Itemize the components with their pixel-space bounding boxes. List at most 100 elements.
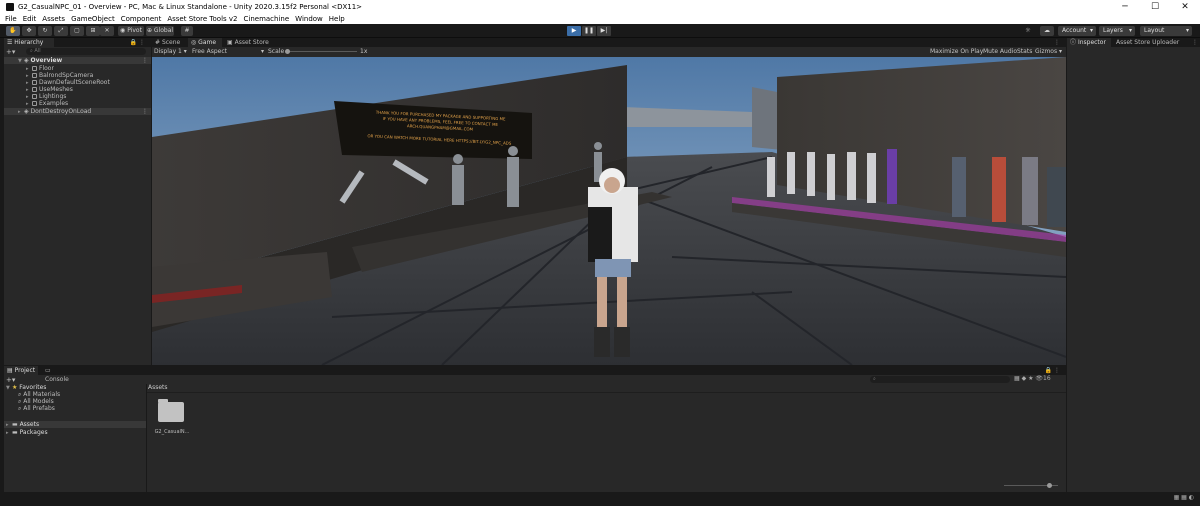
scale-slider-handle[interactable] xyxy=(285,49,290,54)
tab-console[interactable]: ▭ Console xyxy=(42,366,76,383)
hierarchy-item[interactable]: ▸ Floor xyxy=(4,65,54,72)
folder-name: G2_CasualN... xyxy=(154,429,190,435)
hierarchy-item[interactable]: ▸ UseMeshes xyxy=(4,86,73,93)
game-icon: ◎ xyxy=(191,39,197,46)
project-filter-icons[interactable]: ▦ ◆ ★ 👁16 xyxy=(1014,375,1051,382)
maximize-button[interactable]: ☐ xyxy=(1140,0,1170,14)
assets-folder-row[interactable]: ▸ ▬ Assets xyxy=(4,421,146,428)
tab-inspector-label: Inspector xyxy=(1077,39,1106,46)
assets-label: Assets xyxy=(19,421,40,428)
hand-tool-button[interactable]: ✋ xyxy=(6,26,20,36)
tab-asset-store-uploader[interactable]: Asset Store Uploader xyxy=(1113,38,1191,47)
breadcrumb[interactable]: Assets xyxy=(148,384,168,391)
create-button[interactable]: +▾ xyxy=(6,48,15,56)
global-toggle[interactable]: ⊕ Global xyxy=(146,26,174,36)
project-lock-icon[interactable]: 🔒 ⋮ xyxy=(1045,367,1060,374)
layout-dropdown[interactable]: Layout xyxy=(1140,26,1192,36)
more-icon[interactable]: ⋮ xyxy=(142,57,148,64)
scene-row-overview[interactable]: ▼ ◈ Overview ⋮ xyxy=(4,57,151,64)
menu-component[interactable]: Component xyxy=(121,15,162,23)
play-button[interactable]: ▶ xyxy=(567,26,581,36)
lock-icon[interactable]: 🔒 ⋮ xyxy=(130,39,145,46)
hierarchy-item[interactable]: ▸ DawnDefaultSceneRoot xyxy=(4,79,110,86)
main-toolbar: ✋ ✥ ↻ ⤢ ▢ ⊞ ✕ ◉ Pivot ⊕ Global # ▶ ❚❚ ▶|… xyxy=(0,24,1200,38)
services-button[interactable]: ☼ xyxy=(1022,26,1034,36)
menu-gameobject[interactable]: GameObject xyxy=(71,15,115,23)
display-dropdown[interactable]: Display 1 ▾ xyxy=(154,48,187,55)
divider xyxy=(147,392,1066,393)
menu-help[interactable]: Help xyxy=(329,15,345,23)
favorite-label: All Models xyxy=(23,398,54,405)
hierarchy-item[interactable]: ▸ BalrondSpCamera xyxy=(4,72,93,79)
maximize-on-play-toggle[interactable]: Maximize On Play xyxy=(930,48,983,55)
scale-tool-button[interactable]: ⤢ xyxy=(54,26,68,36)
gizmos-dropdown[interactable]: Gizmos ▾ xyxy=(1035,48,1062,55)
tab-options-icon[interactable]: ⋮ xyxy=(1054,39,1060,46)
tab-project[interactable]: ▤ Project xyxy=(4,366,38,375)
minimize-button[interactable]: ─ xyxy=(1110,0,1140,14)
menu-window[interactable]: Window xyxy=(295,15,323,23)
status-icons[interactable]: ▦ ▦ ◐ xyxy=(1174,494,1194,501)
favorite-item[interactable]: ⌕ All Prefabs xyxy=(4,405,55,412)
tab-uploader-label: Asset Store Uploader xyxy=(1116,39,1180,46)
hierarchy-item[interactable]: ▸ Examples xyxy=(4,100,68,107)
hierarchy-item[interactable]: ▸ Lightings xyxy=(4,93,66,100)
project-panel: ▤ Project ▭ Console 🔒 ⋮ +▾ ⌕ ▦ ◆ ★ 👁16 ▼… xyxy=(4,366,1066,492)
project-create-button[interactable]: +▾ xyxy=(6,376,15,384)
icon-size-slider-handle[interactable] xyxy=(1047,483,1052,488)
move-tool-button[interactable]: ✥ xyxy=(22,26,36,36)
rect-tool-button[interactable]: ▢ xyxy=(70,26,84,36)
menu-assets[interactable]: Assets xyxy=(42,15,65,23)
gameobject-icon xyxy=(32,101,37,106)
hierarchy-search-input[interactable]: ⌕ All xyxy=(26,48,146,55)
center-tabbar: # Scene ◎ Game ▣ Asset Store ⋮ xyxy=(152,38,1066,47)
rotate-tool-button[interactable]: ↻ xyxy=(38,26,52,36)
project-search-input[interactable]: ⌕ xyxy=(870,376,1010,383)
tab-game[interactable]: ◎ Game xyxy=(188,38,222,47)
favorite-item[interactable]: ⌕ All Materials xyxy=(4,391,60,398)
step-button[interactable]: ▶| xyxy=(597,26,611,36)
game-view[interactable]: THANK YOU FOR PURCHASED MY PACKAGE AND S… xyxy=(152,57,1066,365)
tab-asset-store-label: Asset Store xyxy=(234,39,269,46)
menu-cinemachine[interactable]: Cinemachine xyxy=(244,15,290,23)
transform-tool-button[interactable]: ⊞ xyxy=(86,26,100,36)
collab-button[interactable]: ☁ xyxy=(1040,26,1054,36)
search-icon: ⌕ xyxy=(30,48,33,54)
close-button[interactable]: ✕ xyxy=(1170,0,1200,14)
snap-toggle[interactable]: # xyxy=(181,26,193,36)
project-tree: ▼ ★ Favorites ⌕ All Materials ⌕ All Model… xyxy=(4,384,146,492)
pause-button[interactable]: ❚❚ xyxy=(582,26,596,36)
layers-dropdown[interactable]: Layers xyxy=(1099,26,1135,36)
tab-inspector[interactable]: ⓘ Inspector xyxy=(1067,38,1111,47)
stats-toggle[interactable]: Stats xyxy=(1017,48,1032,55)
pivot-toggle[interactable]: ◉ Pivot xyxy=(118,26,144,36)
account-dropdown[interactable]: Account xyxy=(1058,26,1096,36)
packages-folder-row[interactable]: ▸ ▬ Packages xyxy=(4,429,48,436)
favorites-label: Favorites xyxy=(19,384,47,391)
mute-audio-toggle[interactable]: Mute Audio xyxy=(983,48,1017,55)
wrench-icon: ✕ xyxy=(104,27,110,34)
inspector-options-icon[interactable]: ⋮ xyxy=(1192,39,1198,46)
folder-item[interactable]: G2_CasualN... xyxy=(154,399,190,435)
gizmos-label: Gizmos xyxy=(1035,48,1058,55)
menu-edit[interactable]: Edit xyxy=(23,15,37,23)
aspect-dropdown[interactable]: Free Aspect ▾ xyxy=(192,48,264,55)
more-icon[interactable]: ⋮ xyxy=(142,108,148,115)
gameobject-icon xyxy=(32,73,37,78)
tab-asset-store[interactable]: ▣ Asset Store xyxy=(224,38,274,47)
game-view-toolbar: Display 1 ▾ Free Aspect ▾ Scale 1x Maximi… xyxy=(152,47,1066,57)
tab-scene[interactable]: # Scene xyxy=(152,38,186,47)
scale-value: 1x xyxy=(360,48,368,55)
hierarchy-panel: ☰ Hierarchy 🔒 ⋮ +▾ ⌕ All ▼ ◈ Overview ⋮ ▸ F… xyxy=(4,38,151,365)
folder-icon xyxy=(158,399,184,422)
scene-row-dontdestroy[interactable]: ▸ ◈ DontDestroyOnLoad ⋮ xyxy=(4,108,151,115)
scale-slider[interactable] xyxy=(285,51,357,52)
game-render xyxy=(152,57,1066,365)
favorite-item[interactable]: ⌕ All Models xyxy=(4,398,54,405)
menu-asset-store-tools[interactable]: Asset Store Tools v2 xyxy=(167,15,237,23)
favorite-label: All Prefabs xyxy=(23,405,55,412)
custom-tool-button[interactable]: ✕ xyxy=(100,26,114,36)
favorites-header[interactable]: ▼ ★ Favorites xyxy=(4,384,46,391)
tab-hierarchy[interactable]: ☰ Hierarchy xyxy=(4,38,54,47)
menu-file[interactable]: File xyxy=(5,15,17,23)
